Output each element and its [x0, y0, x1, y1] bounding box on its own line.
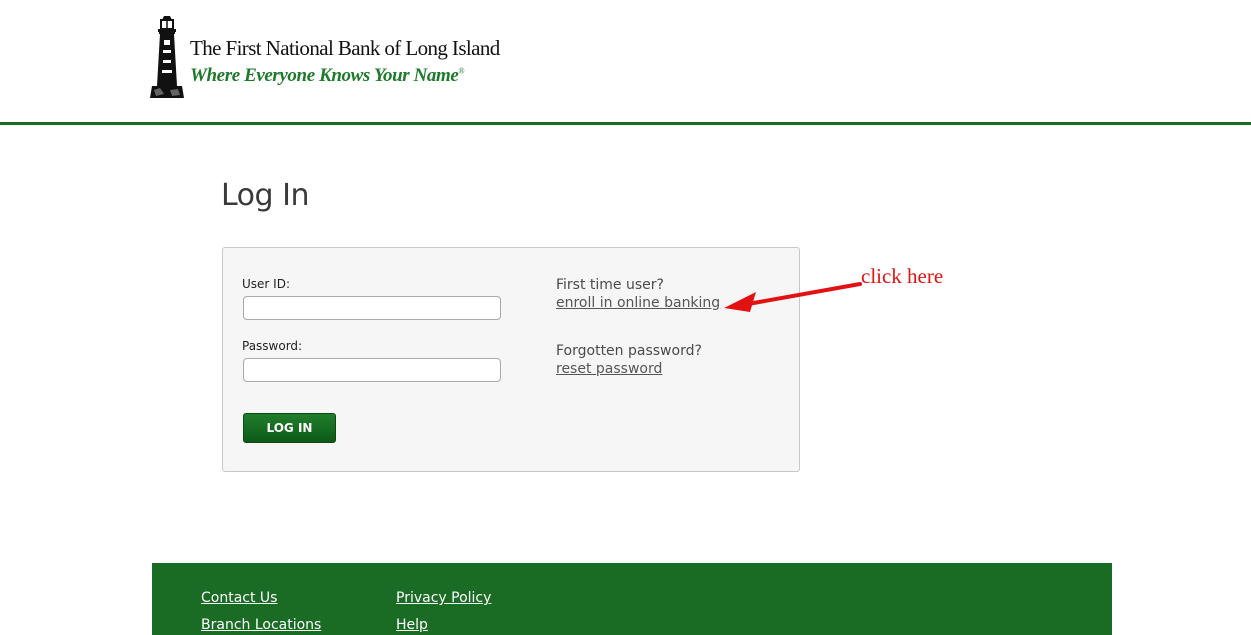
forgotten-password-heading: Forgotten password?: [556, 343, 702, 359]
reset-password-link[interactable]: reset password: [556, 361, 662, 377]
password-input[interactable]: [243, 358, 501, 382]
site-header: The First National Bank of Long Island W…: [0, 0, 1251, 123]
bank-logo[interactable]: The First National Bank of Long Island W…: [150, 16, 500, 100]
tagline-text: Where Everyone Knows Your Name: [190, 65, 459, 86]
click-here-annotation: click here: [861, 264, 944, 288]
login-button[interactable]: LOG IN: [243, 413, 336, 443]
red-arrow-icon: [724, 282, 862, 312]
user-id-input[interactable]: [243, 296, 501, 320]
bank-tagline: Where Everyone Knows Your Name®: [190, 65, 465, 87]
user-id-label: User ID:: [242, 277, 290, 291]
bank-name: The First National Bank of Long Island: [190, 36, 500, 60]
password-label: Password:: [242, 339, 303, 353]
footer-link-help[interactable]: Help: [396, 617, 428, 633]
footer-link-privacy-policy[interactable]: Privacy Policy: [396, 590, 491, 606]
site-footer: Contact Us Branch Locations Privacy Poli…: [152, 563, 1112, 635]
lighthouse-icon: [150, 16, 184, 98]
footer-link-contact-us[interactable]: Contact Us: [201, 590, 277, 606]
header-divider: [0, 122, 1251, 125]
login-panel: User ID: Password: LOG IN First time use…: [222, 247, 800, 472]
enroll-online-banking-link[interactable]: enroll in online banking: [556, 295, 720, 311]
trademark-symbol: ®: [458, 66, 465, 76]
page-title: Log In: [221, 178, 309, 213]
footer-link-branch-locations[interactable]: Branch Locations: [201, 617, 321, 633]
first-time-user-heading: First time user?: [556, 277, 664, 293]
